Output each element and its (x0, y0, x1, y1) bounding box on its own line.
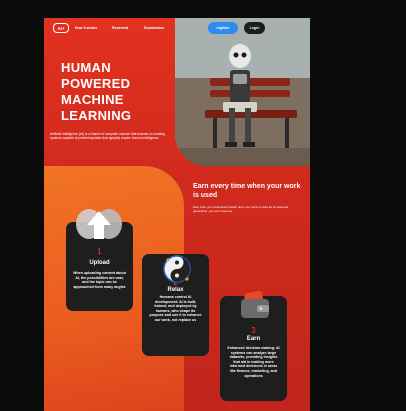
yin-yang-icon (162, 254, 192, 289)
logo[interactable]: AI+ (53, 23, 69, 33)
register-button[interactable]: register (208, 22, 238, 34)
nav-link-how-it-works[interactable]: How it works (75, 26, 97, 30)
hero-robot-image (175, 18, 310, 166)
nav-link-submission[interactable]: Submission (144, 26, 164, 30)
landing-page: AI+ How it works Reserved Submission reg… (44, 18, 310, 411)
step-number: 3 (251, 326, 256, 335)
step-title: Earn (246, 336, 261, 342)
step-number: 1 (97, 247, 102, 256)
earn-description: Earn from your submission! Each time you… (193, 205, 289, 214)
step-text: When uploading content about AI, the pos… (73, 271, 126, 289)
login-button[interactable]: Login (244, 22, 265, 34)
wallet-icon (239, 290, 271, 325)
hero-description: Artificial Intelligence (AI) is a branch… (50, 132, 165, 141)
earn-title: Earn every time when your work is used (193, 183, 301, 199)
upload-arrow-icon (75, 207, 123, 246)
hero-title: HUMAN POWERED MACHINE LEARNING (61, 60, 132, 123)
step-title: Upload (89, 260, 110, 266)
step-text: Humans control AI development: AI is bui… (149, 295, 202, 322)
nav-link-reserved[interactable]: Reserved (112, 26, 128, 30)
step-text: Enhanced decision-making: AI systems can… (227, 346, 280, 378)
